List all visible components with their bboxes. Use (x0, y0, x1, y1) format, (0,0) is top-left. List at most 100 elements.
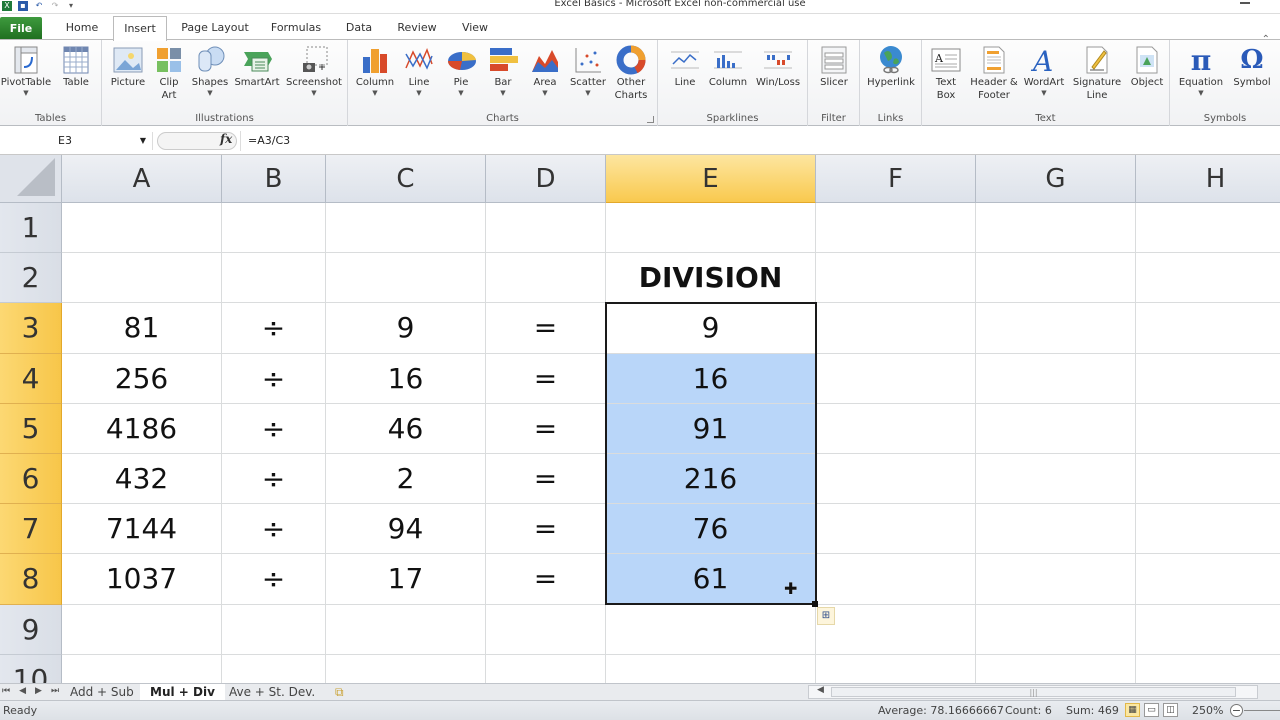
cell-e2[interactable]: DIVISION (606, 253, 816, 304)
tab-file[interactable]: File (0, 17, 42, 40)
formula-input[interactable]: =A3/C3 (240, 131, 1280, 151)
row-header-1[interactable]: 1 (0, 203, 62, 254)
sparkline-column-button[interactable]: Column (706, 44, 750, 89)
cell-h5[interactable] (1136, 404, 1280, 454)
zoom-level[interactable]: 250% (1192, 701, 1223, 720)
cell-e4[interactable]: 16 (606, 353, 816, 404)
table-button[interactable]: Table (54, 44, 98, 89)
cell-g7[interactable] (976, 504, 1136, 555)
sparkline-winloss-button[interactable]: Win/Loss (752, 44, 804, 89)
cell-c2[interactable] (326, 253, 486, 304)
cell-e1[interactable] (606, 203, 816, 254)
other-charts-button[interactable]: Other Charts (610, 44, 652, 102)
cell-a3[interactable]: 81 (62, 303, 222, 354)
last-sheet-icon[interactable]: ⏭ (51, 686, 59, 696)
cell-a6[interactable]: 432 (62, 454, 222, 505)
cell-b1[interactable] (222, 203, 326, 254)
header-footer-button[interactable]: Header & Footer (968, 44, 1020, 102)
horizontal-scrollbar[interactable]: ◀ ||| (808, 685, 1258, 699)
row-header-2[interactable]: 2 (0, 253, 62, 304)
cell-a1[interactable] (62, 203, 222, 254)
cell-c5[interactable]: 46 (326, 403, 486, 454)
cell-c10[interactable] (326, 654, 486, 683)
cell-g2[interactable] (976, 253, 1136, 304)
auto-fill-options-icon[interactable]: ⊞ (817, 607, 835, 625)
row-header-3[interactable]: 3 (0, 303, 62, 354)
cell-d1[interactable] (486, 203, 606, 254)
cell-b10[interactable] (222, 654, 326, 683)
cell-b2[interactable] (222, 253, 326, 304)
horizontal-scroll-thumb[interactable]: ||| (831, 687, 1236, 697)
cell-e10[interactable] (606, 654, 816, 683)
cell-d8[interactable]: = (486, 554, 606, 605)
pie-chart-button[interactable]: Pie ▼ (442, 44, 480, 97)
cell-h1[interactable] (1136, 203, 1280, 254)
cell-b3[interactable]: ÷ (222, 303, 326, 354)
zoom-out-icon[interactable]: − (1230, 704, 1243, 717)
cell-h2[interactable] (1136, 253, 1280, 304)
smartart-button[interactable]: SmartArt (232, 44, 282, 89)
tab-review[interactable]: Review (390, 16, 444, 40)
object-button[interactable]: Object (1126, 44, 1168, 89)
cell-f2[interactable] (816, 253, 976, 304)
scroll-left-icon[interactable]: ◀ (817, 685, 824, 695)
column-header-d[interactable]: D (486, 155, 606, 203)
cell-d9[interactable] (486, 604, 606, 655)
cell-g1[interactable] (976, 203, 1136, 254)
cell-a4[interactable]: 256 (62, 353, 222, 404)
tab-home[interactable]: Home (56, 16, 108, 40)
column-chart-button[interactable]: Column ▼ (352, 44, 398, 97)
equation-button[interactable]: π Equation ▼ (1174, 44, 1228, 98)
cell-f7[interactable] (816, 504, 976, 555)
cell-d7[interactable]: = (486, 504, 606, 555)
name-box[interactable]: E3 ▼ (0, 132, 153, 150)
cell-f9[interactable] (816, 604, 976, 655)
cell-h3[interactable] (1136, 303, 1280, 354)
next-sheet-icon[interactable]: ▶ (35, 686, 42, 696)
shapes-button[interactable]: Shapes ▼ (188, 44, 232, 97)
sparkline-line-button[interactable]: Line (666, 44, 704, 89)
cell-b4[interactable]: ÷ (222, 353, 326, 404)
cell-d6[interactable]: = (486, 454, 606, 505)
cell-e7[interactable]: 76 (606, 504, 816, 555)
signature-line-button[interactable]: Signature Line (1070, 44, 1124, 102)
hyperlink-button[interactable]: Hyperlink (864, 44, 918, 89)
column-header-a[interactable]: A (62, 155, 222, 203)
first-sheet-icon[interactable]: ⏮ (2, 686, 10, 696)
cell-c8[interactable]: 17 (326, 554, 486, 605)
column-header-h[interactable]: H (1136, 155, 1280, 203)
bar-chart-button[interactable]: Bar ▼ (484, 44, 522, 97)
cell-d4[interactable]: = (486, 353, 606, 404)
cell-d5[interactable]: = (486, 403, 606, 454)
cell-b9[interactable] (222, 604, 326, 655)
cell-h9[interactable] (1136, 605, 1280, 655)
column-header-e[interactable]: E (606, 155, 816, 203)
cell-g4[interactable] (976, 353, 1136, 404)
column-header-g[interactable]: G (976, 155, 1136, 203)
tab-insert[interactable]: Insert (113, 16, 167, 41)
cell-f4[interactable] (816, 353, 976, 404)
text-box-button[interactable]: A Text Box (926, 44, 966, 102)
cell-a7[interactable]: 7144 (62, 504, 222, 555)
cell-d3[interactable]: = (486, 303, 606, 354)
cell-e5[interactable]: 91 (606, 403, 816, 454)
prev-sheet-icon[interactable]: ◀ (19, 686, 26, 696)
tab-formulas[interactable]: Formulas (264, 16, 328, 40)
cell-b6[interactable]: ÷ (222, 454, 326, 505)
sheet-tab-ave-stdev[interactable]: Ave + St. Dev. (219, 684, 325, 700)
page-layout-view-icon[interactable]: ▭ (1144, 703, 1159, 717)
normal-view-icon[interactable]: ▦ (1125, 703, 1140, 717)
tab-data[interactable]: Data (337, 16, 381, 40)
cell-g6[interactable] (976, 454, 1136, 505)
cell-f3[interactable] (816, 303, 976, 354)
cell-g3[interactable] (976, 303, 1136, 354)
charts-dialog-launcher-icon[interactable] (647, 116, 654, 123)
cell-e6[interactable]: 216 (606, 454, 816, 505)
picture-button[interactable]: Picture (106, 44, 150, 89)
row-header-10[interactable]: 10 (0, 654, 62, 683)
cell-f1[interactable] (816, 203, 976, 254)
sheet-tab-mul-div[interactable]: Mul + Div (140, 684, 225, 700)
column-header-b[interactable]: B (222, 155, 326, 203)
cell-g10[interactable] (976, 654, 1136, 683)
name-box-dropdown-icon[interactable]: ▼ (140, 132, 146, 150)
